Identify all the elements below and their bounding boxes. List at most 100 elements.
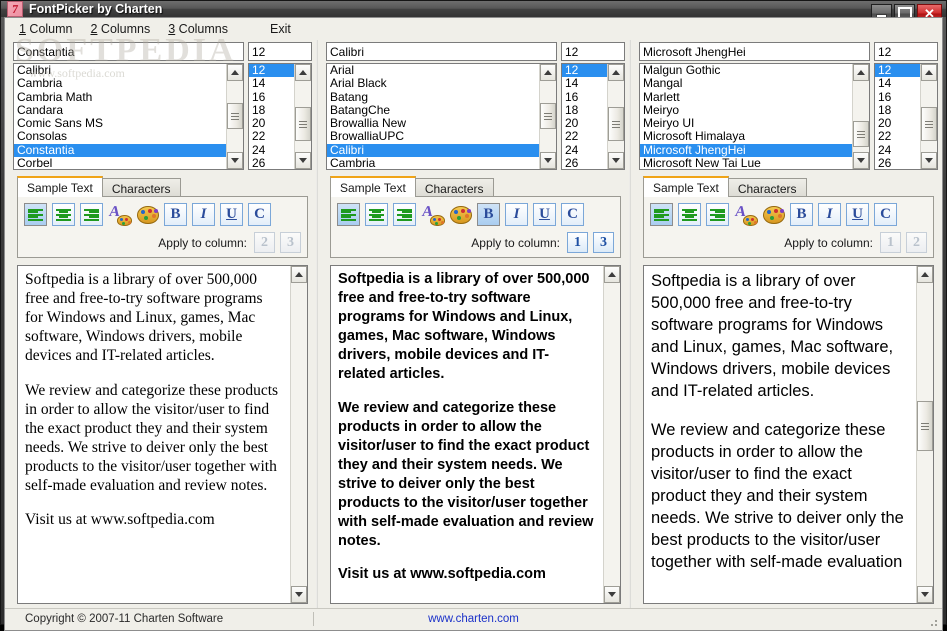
apply-to-column-2-button[interactable]: 2 — [254, 232, 275, 253]
color-button-1[interactable]: C — [248, 203, 271, 226]
background-color-palette-icon[interactable] — [762, 203, 785, 226]
list-item[interactable]: Microsoft New Tai Lue — [640, 157, 852, 169]
scroll-down-button[interactable] — [227, 152, 243, 169]
list-item[interactable]: 16 — [875, 91, 920, 104]
font-list-scrollbar-3[interactable] — [852, 64, 869, 169]
background-color-palette-icon[interactable] — [449, 203, 472, 226]
scroll-down-button[interactable] — [540, 152, 556, 169]
list-item[interactable]: Meiryo — [640, 104, 852, 117]
scroll-thumb[interactable] — [540, 103, 556, 129]
sample-text-content-1[interactable]: Softpedia is a library of over 500,000 f… — [18, 266, 290, 603]
list-item[interactable]: Batang — [327, 91, 539, 104]
scroll-up-button[interactable] — [295, 64, 311, 81]
italic-button-2[interactable]: I — [505, 203, 528, 226]
list-item[interactable]: 14 — [562, 77, 607, 90]
list-item[interactable]: 24 — [875, 144, 920, 157]
apply-to-column-3-button[interactable]: 3 — [593, 232, 614, 253]
scroll-thumb[interactable] — [227, 103, 243, 129]
font-color-palette-icon[interactable]: A — [107, 203, 132, 226]
list-item[interactable]: Cambria — [327, 157, 539, 169]
sample-text-scrollbar-1[interactable] — [290, 266, 307, 603]
tab-characters-1[interactable]: Characters — [101, 178, 181, 198]
font-color-palette-icon[interactable]: A — [420, 203, 445, 226]
scroll-track[interactable] — [227, 81, 243, 152]
align-right-icon[interactable] — [393, 203, 416, 226]
list-item[interactable]: 18 — [249, 104, 294, 117]
color-button-2[interactable]: C — [561, 203, 584, 226]
menu-item-exit[interactable]: Exit — [246, 20, 309, 38]
scroll-up-button[interactable] — [291, 266, 307, 283]
align-right-icon[interactable] — [706, 203, 729, 226]
list-item[interactable]: 18 — [875, 104, 920, 117]
scroll-track[interactable] — [291, 283, 307, 586]
list-item[interactable]: 24 — [249, 144, 294, 157]
list-item[interactable]: 18 — [562, 104, 607, 117]
underline-button-2[interactable]: U — [533, 203, 556, 226]
list-item-selected[interactable]: 12 — [562, 64, 607, 78]
list-item-selected[interactable]: Microsoft JhengHei — [640, 143, 852, 158]
list-item-selected[interactable]: 12 — [875, 64, 920, 78]
scroll-down-button[interactable] — [295, 152, 311, 169]
scroll-down-button[interactable] — [604, 585, 620, 603]
scroll-thumb[interactable] — [295, 107, 311, 141]
apply-to-column-2-button[interactable]: 2 — [906, 232, 927, 253]
list-item[interactable]: 16 — [249, 91, 294, 104]
font-name-input-1[interactable]: Constantia — [13, 42, 244, 61]
bold-button-3[interactable]: B — [790, 203, 813, 226]
scroll-track[interactable] — [604, 283, 620, 586]
scroll-up-button[interactable] — [227, 64, 243, 81]
tab-characters-3[interactable]: Characters — [727, 178, 807, 198]
scroll-down-button[interactable] — [921, 152, 937, 169]
size-list-2[interactable]: 12 14 16 18 20 22 24 26 — [561, 63, 625, 170]
italic-button-1[interactable]: I — [192, 203, 215, 226]
apply-to-column-1-button[interactable]: 1 — [880, 232, 901, 253]
scroll-up-button[interactable] — [917, 266, 933, 283]
sample-text-scrollbar-3[interactable] — [916, 266, 933, 603]
list-item[interactable]: 14 — [875, 77, 920, 90]
sample-text-content-3[interactable]: Softpedia is a library of over 500,000 f… — [644, 266, 916, 603]
list-item[interactable]: 26 — [875, 157, 920, 169]
list-item[interactable]: 26 — [562, 157, 607, 169]
tab-sample-text-1[interactable]: Sample Text — [17, 176, 103, 197]
align-right-icon[interactable] — [80, 203, 103, 226]
size-list-3[interactable]: 12 14 16 18 20 22 24 26 — [874, 63, 938, 170]
scroll-down-button[interactable] — [917, 585, 933, 603]
list-item-selected[interactable]: 12 — [249, 64, 294, 78]
font-size-input-2[interactable]: 12 — [561, 42, 625, 61]
font-color-palette-icon[interactable]: A — [733, 203, 758, 226]
charten-website-link[interactable]: www.charten.com — [5, 613, 942, 625]
list-item[interactable]: Calibri — [14, 64, 226, 77]
list-item[interactable]: 22 — [249, 130, 294, 143]
list-item[interactable]: Mangal — [640, 77, 852, 90]
size-list-scrollbar-1[interactable] — [294, 64, 311, 169]
resize-grip-icon[interactable] — [928, 616, 938, 627]
list-item[interactable]: Cambria Math — [14, 91, 226, 104]
list-item[interactable]: Arial Black — [327, 77, 539, 90]
font-size-input-3[interactable]: 12 — [874, 42, 938, 61]
list-item[interactable]: 20 — [875, 117, 920, 130]
list-item[interactable]: Consolas — [14, 130, 226, 143]
font-name-input-2[interactable]: Calibri — [326, 42, 557, 61]
scroll-up-button[interactable] — [853, 64, 869, 81]
align-left-icon[interactable] — [337, 203, 360, 226]
scroll-down-button[interactable] — [608, 152, 624, 169]
list-item[interactable]: 16 — [562, 91, 607, 104]
scroll-thumb[interactable] — [853, 121, 869, 147]
scroll-up-button[interactable] — [921, 64, 937, 81]
size-list-scrollbar-3[interactable] — [920, 64, 937, 169]
list-item[interactable]: 20 — [562, 117, 607, 130]
align-left-icon[interactable] — [24, 203, 47, 226]
list-item[interactable]: 22 — [875, 130, 920, 143]
scroll-thumb[interactable] — [921, 107, 937, 141]
align-center-icon[interactable] — [52, 203, 75, 226]
apply-to-column-3-button[interactable]: 3 — [280, 232, 301, 253]
scroll-track[interactable] — [921, 81, 937, 152]
font-list-1[interactable]: Calibri Cambria Cambria Math Candara Com… — [13, 63, 244, 170]
list-item[interactable]: 26 — [249, 157, 294, 169]
font-list-2[interactable]: Arial Arial Black Batang BatangChe Browa… — [326, 63, 557, 170]
scroll-track[interactable] — [853, 81, 869, 152]
menu-item-3-columns[interactable]: 3 Columns — [168, 20, 246, 38]
list-item[interactable]: 14 — [249, 77, 294, 90]
list-item[interactable]: Marlett — [640, 91, 852, 104]
underline-button-3[interactable]: U — [846, 203, 869, 226]
